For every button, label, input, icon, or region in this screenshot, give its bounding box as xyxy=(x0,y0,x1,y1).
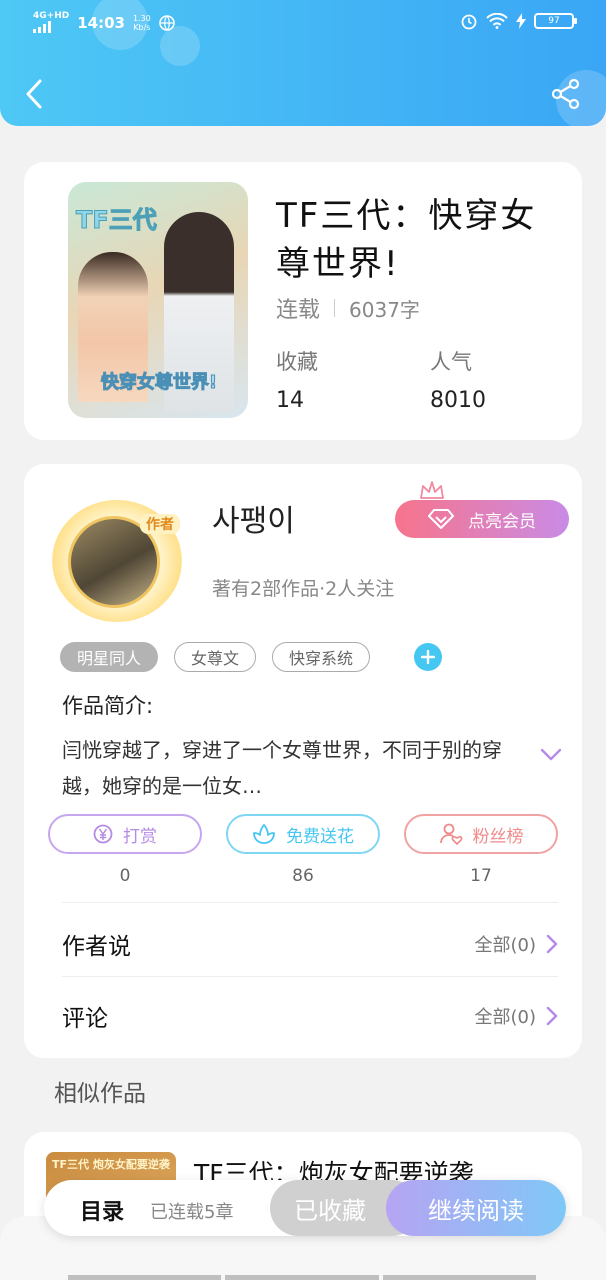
author-avatar[interactable]: 作者 xyxy=(52,500,182,622)
reward-count: 0 xyxy=(119,866,131,886)
reward-label: 打赏 xyxy=(123,826,157,847)
fans-ranking-button[interactable]: 粉丝榜 xyxy=(404,814,558,854)
top-header: 4G+HD 14:03 1.30 Kb/s 97 xyxy=(0,0,606,126)
signal-bars-icon xyxy=(33,21,51,33)
similar-cover-text: TF三代 炮灰女配要逆袭 xyxy=(52,1158,170,1171)
author-card: 作者 사팽이 著有2部作品·2人关注 点亮会员 明星同人 女尊文 快穿系统 作品… xyxy=(24,464,582,1058)
author-says-title: 作者说 xyxy=(62,934,131,960)
table-of-contents-button[interactable]: 目录 xyxy=(80,1194,124,1226)
charging-icon xyxy=(516,13,526,29)
cellular-signal: 4G+HD xyxy=(33,12,69,33)
speed-value: 1.30 xyxy=(132,13,151,23)
add-tag-button[interactable] xyxy=(414,643,443,671)
status-bar: 4G+HD 14:03 1.30 Kb/s 97 xyxy=(0,8,606,40)
author-name[interactable]: 사팽이 xyxy=(212,496,295,540)
chevron-right-icon xyxy=(546,934,558,954)
tab-indicator xyxy=(68,1275,222,1280)
chevron-right-icon xyxy=(546,1006,558,1026)
similar-works-heading: 相似作品 xyxy=(54,1081,146,1107)
continue-reading-label: 继续阅读 xyxy=(428,1196,524,1225)
author-badge: 作者 xyxy=(140,514,180,534)
share-icon xyxy=(551,78,580,110)
book-meta: 连载 6037字 xyxy=(276,292,420,324)
comments-all[interactable]: 全部(0) xyxy=(475,1003,559,1029)
vip-button-label: 点亮会员 xyxy=(468,511,536,532)
favorites-label: 收藏 xyxy=(276,350,318,374)
fans-heart-icon xyxy=(439,823,462,846)
speed-unit: Kb/s xyxy=(133,22,151,32)
tag-item[interactable]: 明星同人 xyxy=(60,642,159,672)
book-status: 连载 xyxy=(276,298,321,323)
vip-member-button[interactable]: 点亮会员 xyxy=(395,500,569,538)
book-info-card: TF三代 快穿女尊世界! TF三代：快穿女尊世界! 连载 6037字 收藏 14… xyxy=(24,162,582,440)
author-stats: 著有2部作品·2人关注 xyxy=(212,578,395,600)
fans-count: 17 xyxy=(470,866,492,886)
expand-chevron-down-icon[interactable] xyxy=(540,748,562,762)
tag-item[interactable]: 女尊文 xyxy=(174,642,257,672)
share-button[interactable] xyxy=(550,78,582,110)
author-says-all-label: 全部(0) xyxy=(474,935,537,956)
book-cover[interactable]: TF三代 快穿女尊世界! xyxy=(68,182,248,418)
flower-icon xyxy=(253,824,275,844)
free-flower-label: 免费送花 xyxy=(286,826,354,847)
fans-ranking-label: 粉丝榜 xyxy=(472,826,524,847)
tab-indicator xyxy=(382,1275,536,1280)
tab-indicator xyxy=(225,1275,379,1280)
flower-count: 86 xyxy=(292,866,314,886)
bottom-action-bar: 目录 已连载5章 已收藏 继续阅读 xyxy=(44,1180,566,1236)
alarm-icon xyxy=(461,14,477,30)
network-speed: 1.30 Kb/s xyxy=(133,14,151,32)
crown-icon xyxy=(420,481,444,499)
author-says-all[interactable]: 全部(0) xyxy=(475,931,559,957)
intro-label: 作品简介: xyxy=(62,694,154,718)
chevron-left-icon xyxy=(26,79,42,109)
diamond-icon xyxy=(428,509,454,529)
cover-title-bottom: 快穿女尊世界! xyxy=(100,372,218,394)
globe-icon xyxy=(158,14,175,31)
wifi-icon xyxy=(486,13,508,29)
battery-icon: 97 xyxy=(534,13,577,29)
yen-coin-icon xyxy=(93,824,113,844)
word-count: 6037字 xyxy=(349,297,420,322)
comments-title: 评论 xyxy=(62,1006,108,1032)
bottom-tab-strip xyxy=(68,1275,536,1280)
back-button[interactable] xyxy=(20,76,48,112)
book-title: TF三代：快穿女尊世界! xyxy=(276,196,537,284)
divider xyxy=(62,976,558,977)
continue-reading-button[interactable]: 继续阅读 xyxy=(386,1180,566,1236)
collected-label: 已收藏 xyxy=(294,1196,366,1225)
tag-list: 明星同人 女尊文 快穿系统 xyxy=(60,642,443,672)
network-type: 4G+HD xyxy=(33,11,70,21)
free-flower-button[interactable]: 免费送花 xyxy=(226,814,380,854)
clock: 14:03 xyxy=(77,13,125,32)
cover-title-top: TF三代 xyxy=(76,206,158,235)
chapter-count[interactable]: 已连载5章 xyxy=(150,1198,233,1224)
popularity-label: 人气 xyxy=(430,350,472,374)
divider xyxy=(62,902,558,903)
tag-item[interactable]: 快穿系统 xyxy=(272,642,371,672)
comments-all-label: 全部(0) xyxy=(474,1007,537,1028)
plus-icon xyxy=(421,650,436,664)
battery-level: 97 xyxy=(548,16,560,26)
popularity-value: 8010 xyxy=(430,388,486,413)
author-says-row[interactable]: 作者说 全部(0) xyxy=(62,914,558,974)
reward-button[interactable]: 打赏 xyxy=(48,814,202,854)
meta-divider xyxy=(334,299,336,317)
favorites-value: 14 xyxy=(276,388,304,413)
comments-row[interactable]: 评论 全部(0) xyxy=(62,986,558,1046)
intro-text: 闫恍穿越了，穿进了一个女尊世界，不同于别的穿越，她穿的是一位女… xyxy=(62,738,502,798)
